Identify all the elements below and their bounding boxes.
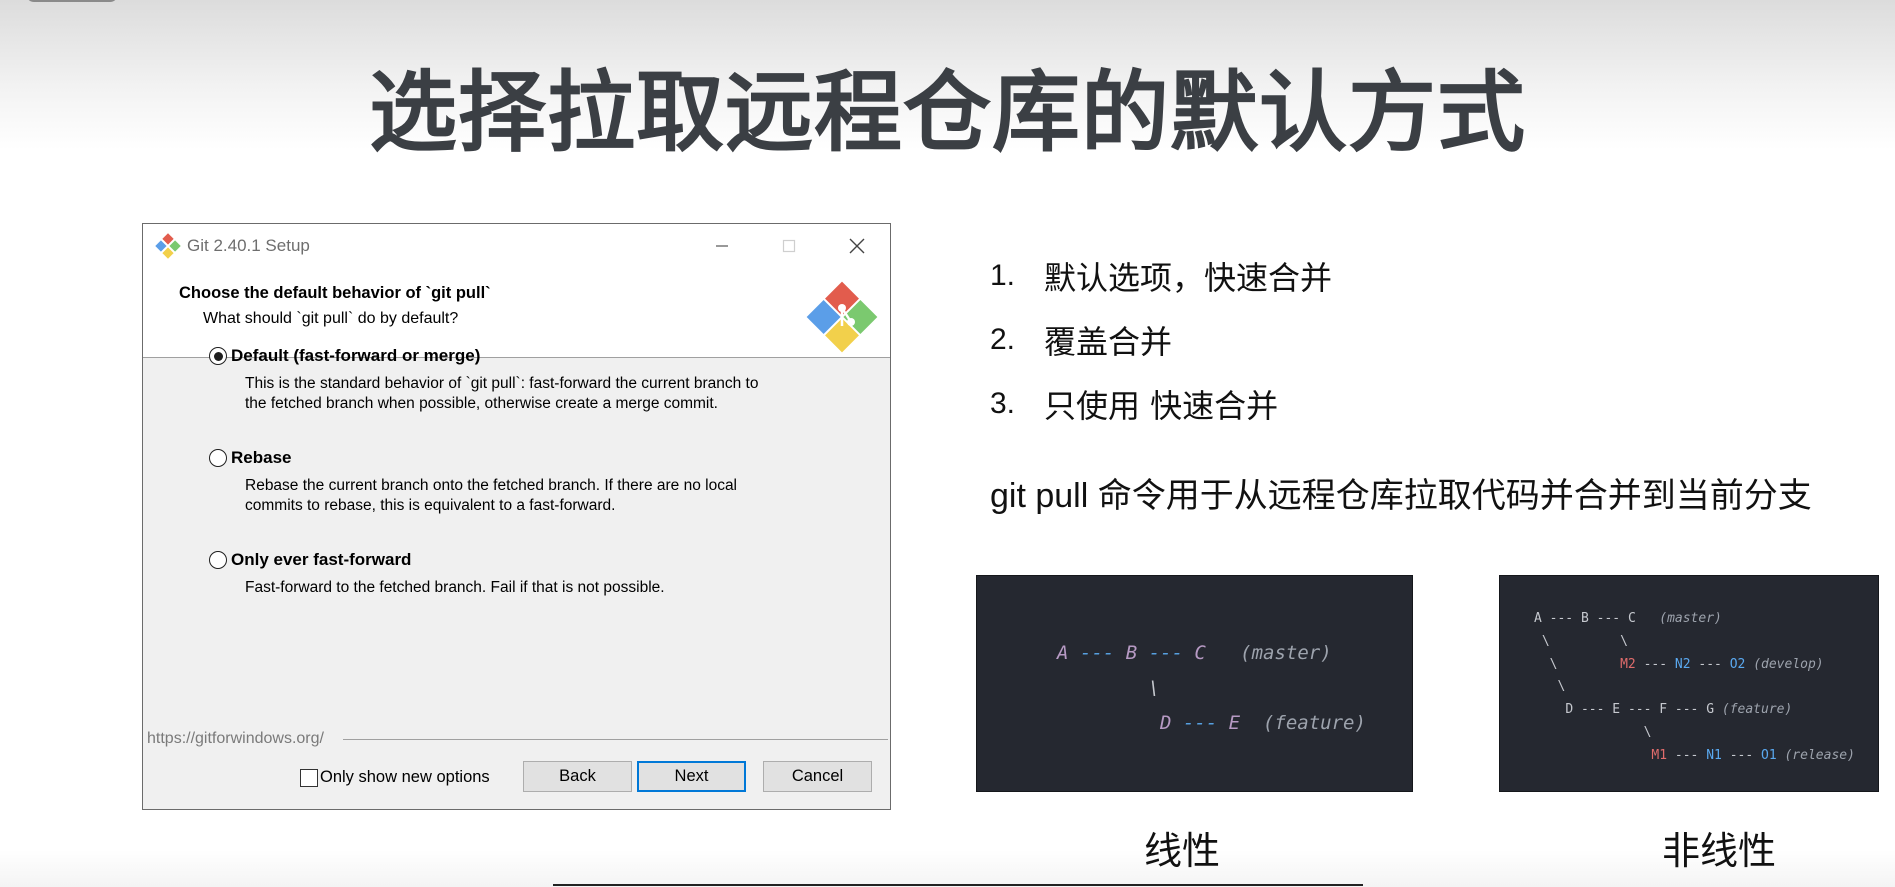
radio-selected-dot bbox=[213, 351, 223, 361]
note-text: 覆盖合并 bbox=[1044, 323, 1173, 361]
option-fast-forward-only-label: Only ever fast-forward bbox=[231, 550, 412, 569]
minimize-button[interactable] bbox=[688, 224, 755, 268]
checkbox-box[interactable] bbox=[300, 768, 318, 787]
header-subtitle: What should `git pull` do by default? bbox=[203, 310, 459, 327]
note-text: 默认选项，快速合并 bbox=[1044, 259, 1333, 297]
close-icon bbox=[849, 238, 864, 254]
note-item: 1. 默认选项，快速合并 bbox=[990, 244, 1332, 308]
nonlinear-caption: 非线性 bbox=[1662, 829, 1777, 873]
option-default-description: This is the standard behavior of `git pu… bbox=[245, 375, 759, 412]
option-rebase-label: Rebase bbox=[231, 448, 292, 467]
git-pull-description: git pull 命令用于从远程仓库拉取代码并合并到当前分支 bbox=[990, 477, 1812, 515]
slide-title: 选择拉取远程仓库的默认方式 bbox=[368, 61, 1526, 164]
minimize-icon bbox=[715, 245, 728, 247]
option-rebase[interactable]: Rebase Rebase the current branch onto th… bbox=[209, 446, 849, 516]
dialog-titlebar: Git 2.40.1 Setup bbox=[143, 224, 890, 268]
option-notes-list: 1. 默认选项，快速合并 2. 覆盖合并 3. 只使用 快速合并 bbox=[990, 244, 1332, 436]
option-rebase-description: Rebase the current branch onto the fetch… bbox=[245, 477, 738, 514]
git-setup-dialog: Git 2.40.1 Setup Choose the default beha… bbox=[142, 223, 891, 810]
next-button[interactable]: Next bbox=[637, 761, 746, 792]
maximize-icon bbox=[782, 239, 795, 253]
git-app-icon bbox=[155, 233, 181, 259]
option-fast-forward-only-description: Fast-forward to the fetched branch. Fail… bbox=[245, 579, 665, 596]
linear-history-code: A --- B --- C (master) \ D --- E (featur… bbox=[1057, 642, 1366, 734]
note-item: 2. 覆盖合并 bbox=[990, 308, 1332, 372]
note-number: 3. bbox=[990, 387, 1016, 420]
dialog-title: Git 2.40.1 Setup bbox=[187, 236, 310, 255]
option-fast-forward-only[interactable]: Only ever fast-forward Fast-forward to t… bbox=[209, 548, 849, 598]
header-title: Choose the default behavior of `git pull… bbox=[179, 284, 491, 302]
footer-divider bbox=[343, 739, 888, 740]
linear-history-diagram: A --- B --- C (master) \ D --- E (featur… bbox=[976, 575, 1413, 792]
option-default-label: Default (fast-forward or merge) bbox=[231, 346, 481, 365]
nonlinear-history-diagram: A --- B --- C (master) \ \ \ M2 --- N2 -… bbox=[1499, 575, 1879, 792]
linear-caption: 线性 bbox=[1144, 829, 1221, 873]
only-new-options-checkbox[interactable]: Only show new options bbox=[300, 768, 490, 787]
top-corner-tab bbox=[26, 0, 118, 2]
note-number: 1. bbox=[990, 259, 1016, 292]
bottom-divider bbox=[553, 884, 1363, 886]
cancel-button[interactable]: Cancel bbox=[763, 761, 872, 792]
only-new-options-label: Only show new options bbox=[320, 768, 490, 786]
radio-fast-forward-only[interactable] bbox=[209, 551, 227, 569]
footer-url-link[interactable]: https://gitforwindows.org/ bbox=[147, 730, 330, 748]
maximize-button bbox=[755, 224, 822, 268]
note-item: 3. 只使用 快速合并 bbox=[990, 372, 1332, 436]
radio-rebase[interactable] bbox=[209, 449, 227, 467]
back-button[interactable]: Back bbox=[523, 761, 632, 792]
close-button[interactable] bbox=[823, 224, 890, 268]
option-default[interactable]: Default (fast-forward or merge) This is … bbox=[209, 344, 849, 414]
note-text: 只使用 快速合并 bbox=[1044, 387, 1279, 425]
note-number: 2. bbox=[990, 323, 1016, 356]
radio-default[interactable] bbox=[209, 347, 227, 365]
nonlinear-history-code: A --- B --- C (master) \ \ \ M2 --- N2 -… bbox=[1534, 611, 1855, 763]
